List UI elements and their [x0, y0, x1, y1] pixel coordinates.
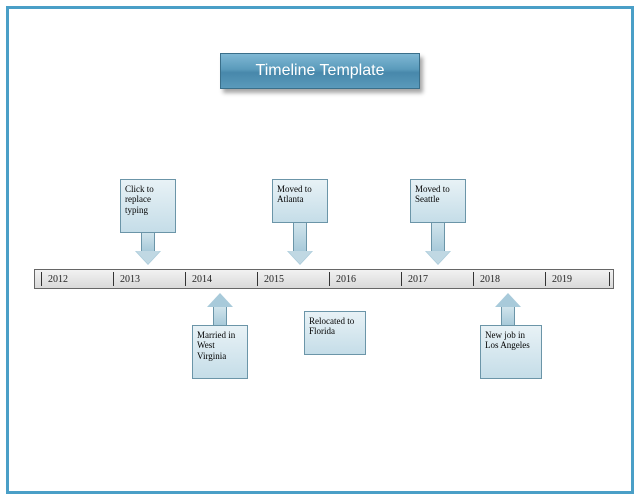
tick-label: 2014	[187, 270, 212, 290]
event-callout: New job in Los Angeles	[480, 325, 542, 379]
tick-mark	[401, 272, 402, 286]
tick-mark	[329, 272, 330, 286]
timeline-diagram: 2012 2013 2014 2015 2016 2017 2018 2019 …	[34, 169, 614, 429]
arrow-down-icon	[293, 223, 307, 251]
event-text: Married in West Virginia	[197, 330, 235, 361]
timeline-axis: 2012 2013 2014 2015 2016 2017 2018 2019	[34, 269, 614, 289]
tick-mark	[113, 272, 114, 286]
tick-label: 2013	[115, 270, 140, 290]
arrow-down-icon	[287, 251, 313, 265]
arrow-up-icon	[213, 307, 227, 325]
tick-label: 2018	[475, 270, 500, 290]
tick-label: 2017	[403, 270, 428, 290]
tick-mark	[473, 272, 474, 286]
arrow-down-icon	[141, 233, 155, 251]
event-text: Click to replace typing	[125, 184, 154, 215]
page-frame: Timeline Template 2012 2013 2014 2015 20…	[6, 6, 634, 494]
tick-mark	[257, 272, 258, 286]
event-callout: Moved to Atlanta	[272, 179, 328, 223]
event-callout: Click to replace typing	[120, 179, 176, 233]
tick-label: 2019	[547, 270, 572, 290]
event-text: New job in Los Angeles	[485, 330, 530, 350]
tick-label: 2012	[43, 270, 68, 290]
event-callout: Moved to Seattle	[410, 179, 466, 223]
arrow-up-icon	[501, 307, 515, 325]
tick-mark	[609, 272, 610, 286]
arrow-down-icon	[431, 223, 445, 251]
event-text: Relocated to Florida	[309, 316, 354, 336]
tick-mark	[185, 272, 186, 286]
arrow-up-icon	[495, 293, 521, 307]
tick-label: 2016	[331, 270, 356, 290]
event-callout: Relocated to Florida	[304, 311, 366, 355]
event-callout: Married in West Virginia	[192, 325, 248, 379]
arrow-down-icon	[135, 251, 161, 265]
title-text: Timeline Template	[256, 62, 385, 80]
tick-mark	[545, 272, 546, 286]
event-text: Moved to Seattle	[415, 184, 450, 204]
arrow-up-icon	[207, 293, 233, 307]
arrow-down-icon	[425, 251, 451, 265]
event-text: Moved to Atlanta	[277, 184, 312, 204]
title-banner: Timeline Template	[220, 53, 420, 89]
tick-mark	[41, 272, 42, 286]
tick-label: 2015	[259, 270, 284, 290]
